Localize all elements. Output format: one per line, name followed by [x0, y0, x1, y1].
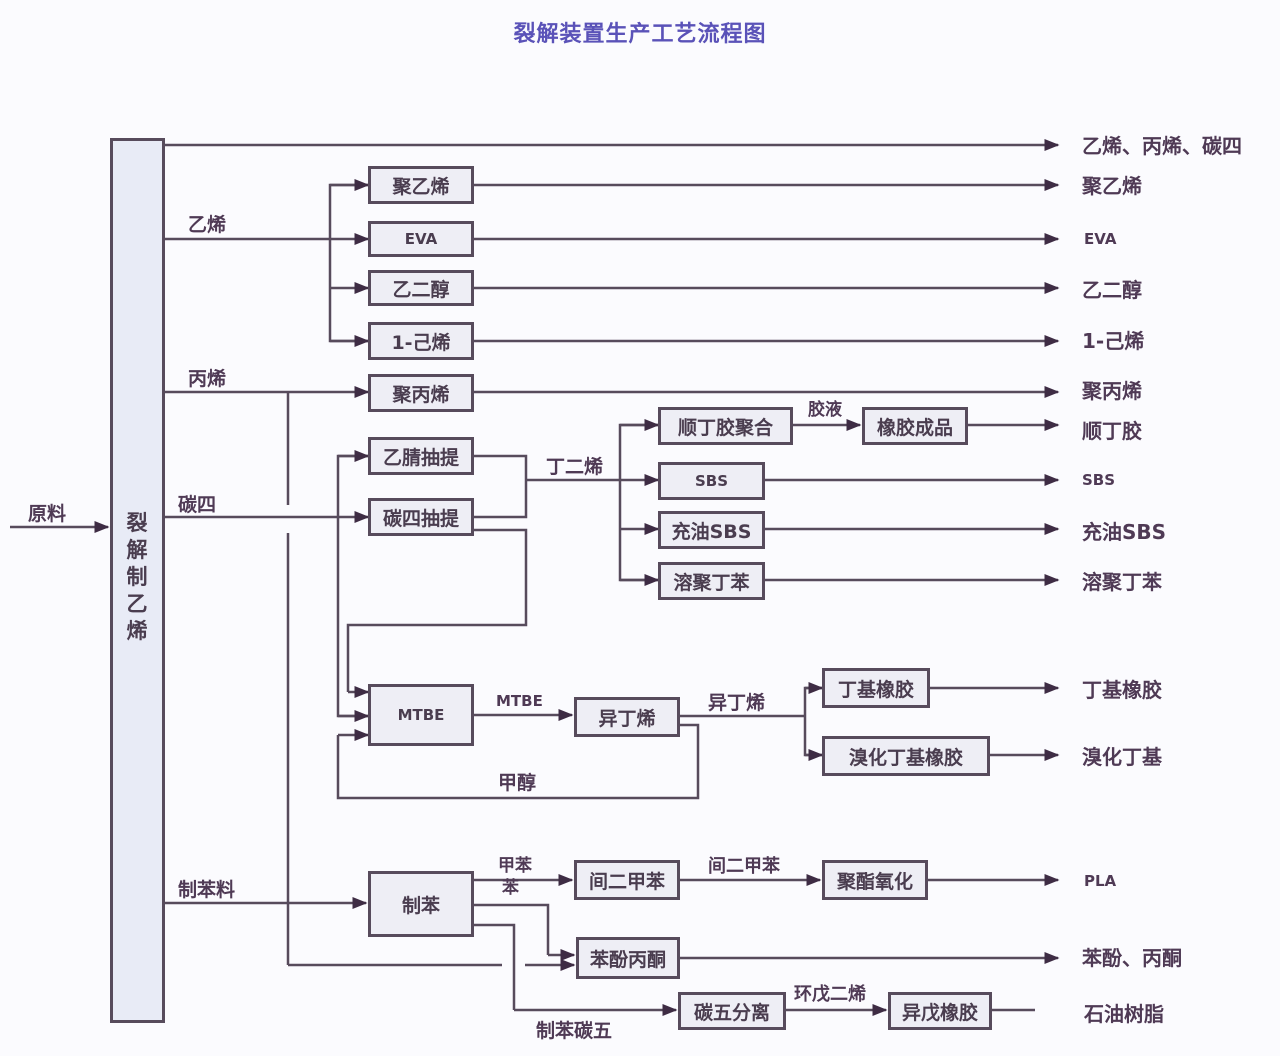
unit-acn-extraction: 乙腈抽提 — [368, 437, 474, 475]
output-pe: 聚乙烯 — [1082, 174, 1142, 198]
output-biir: 溴化丁基 — [1082, 745, 1162, 769]
benzene-label: 苯 — [502, 878, 519, 898]
output-eg: 乙二醇 — [1082, 278, 1142, 302]
m-xylene-label: 间二甲苯 — [708, 856, 780, 877]
feed-label: 原料 — [28, 503, 67, 525]
output-br: 顺丁胶 — [1082, 419, 1142, 443]
output-light-olefins: 乙烯、丙烯、碳四 — [1082, 134, 1242, 158]
unit-isoprene-rubber: 异戊橡胶 — [888, 992, 992, 1030]
butadiene-label: 丁二烯 — [546, 456, 604, 478]
c4-label: 碳四 — [178, 494, 217, 516]
output-phenol-acetone: 苯酚、丙酮 — [1082, 946, 1182, 970]
unit-biir: 溴化丁基橡胶 — [822, 736, 990, 776]
unit-phenol-acetone: 苯酚丙酮 — [576, 937, 680, 979]
output-hexene: 1-己烯 — [1082, 329, 1145, 353]
propylene-label: 丙烯 — [188, 368, 227, 390]
mtbe-stream-label: MTBE — [496, 692, 543, 710]
unit-eva: EVA — [368, 221, 474, 257]
output-eva: EVA — [1084, 230, 1117, 248]
output-petroleum-resin: 石油树脂 — [1084, 1002, 1164, 1026]
output-pp: 聚丙烯 — [1082, 379, 1142, 403]
output-oe-sbs: 充油SBS — [1082, 520, 1167, 544]
unit-iir: 丁基橡胶 — [822, 668, 930, 708]
glue-label: 胶液 — [808, 400, 842, 420]
benzene-feed-label: 制苯料 — [178, 879, 236, 901]
cracking-unit-label: 裂解制乙烯 — [126, 511, 148, 643]
unit-br-polymerization: 顺丁胶聚合 — [658, 407, 793, 445]
unit-sbs: SBS — [658, 462, 765, 500]
unit-c4-extraction: 碳四抽提 — [368, 498, 474, 536]
cyclopentadiene-label: 环戊二烯 — [794, 984, 866, 1005]
unit-c5-separation: 碳五分离 — [678, 992, 786, 1030]
unit-m-xylene: 间二甲苯 — [574, 860, 680, 900]
unit-hexene: 1-己烯 — [368, 322, 474, 360]
output-ssbr: 溶聚丁苯 — [1082, 570, 1162, 594]
output-pla: PLA — [1084, 872, 1117, 890]
unit-isobutylene: 异丁烯 — [574, 697, 680, 737]
output-iir: 丁基橡胶 — [1082, 678, 1162, 702]
unit-oe-sbs: 充油SBS — [658, 511, 765, 549]
output-sbs: SBS — [1082, 471, 1116, 489]
methanol-label: 甲醇 — [498, 772, 537, 794]
ethylene-label: 乙烯 — [188, 214, 227, 236]
unit-pe: 聚乙烯 — [368, 166, 474, 204]
unit-benzene: 制苯 — [368, 871, 474, 937]
unit-eg: 乙二醇 — [368, 270, 474, 306]
unit-ssbr: 溶聚丁苯 — [658, 562, 765, 600]
toluene-label: 甲苯 — [498, 856, 532, 876]
ethylene-branch — [328, 183, 368, 343]
unit-pp: 聚丙烯 — [368, 374, 474, 412]
unit-mtbe: MTBE — [368, 684, 474, 746]
isobutylene-label: 异丁烯 — [708, 692, 766, 714]
c5-label: 制苯碳五 — [536, 1020, 613, 1042]
unit-rubber-product: 橡胶成品 — [862, 407, 968, 445]
unit-oxidation: 聚酯氧化 — [822, 860, 928, 900]
